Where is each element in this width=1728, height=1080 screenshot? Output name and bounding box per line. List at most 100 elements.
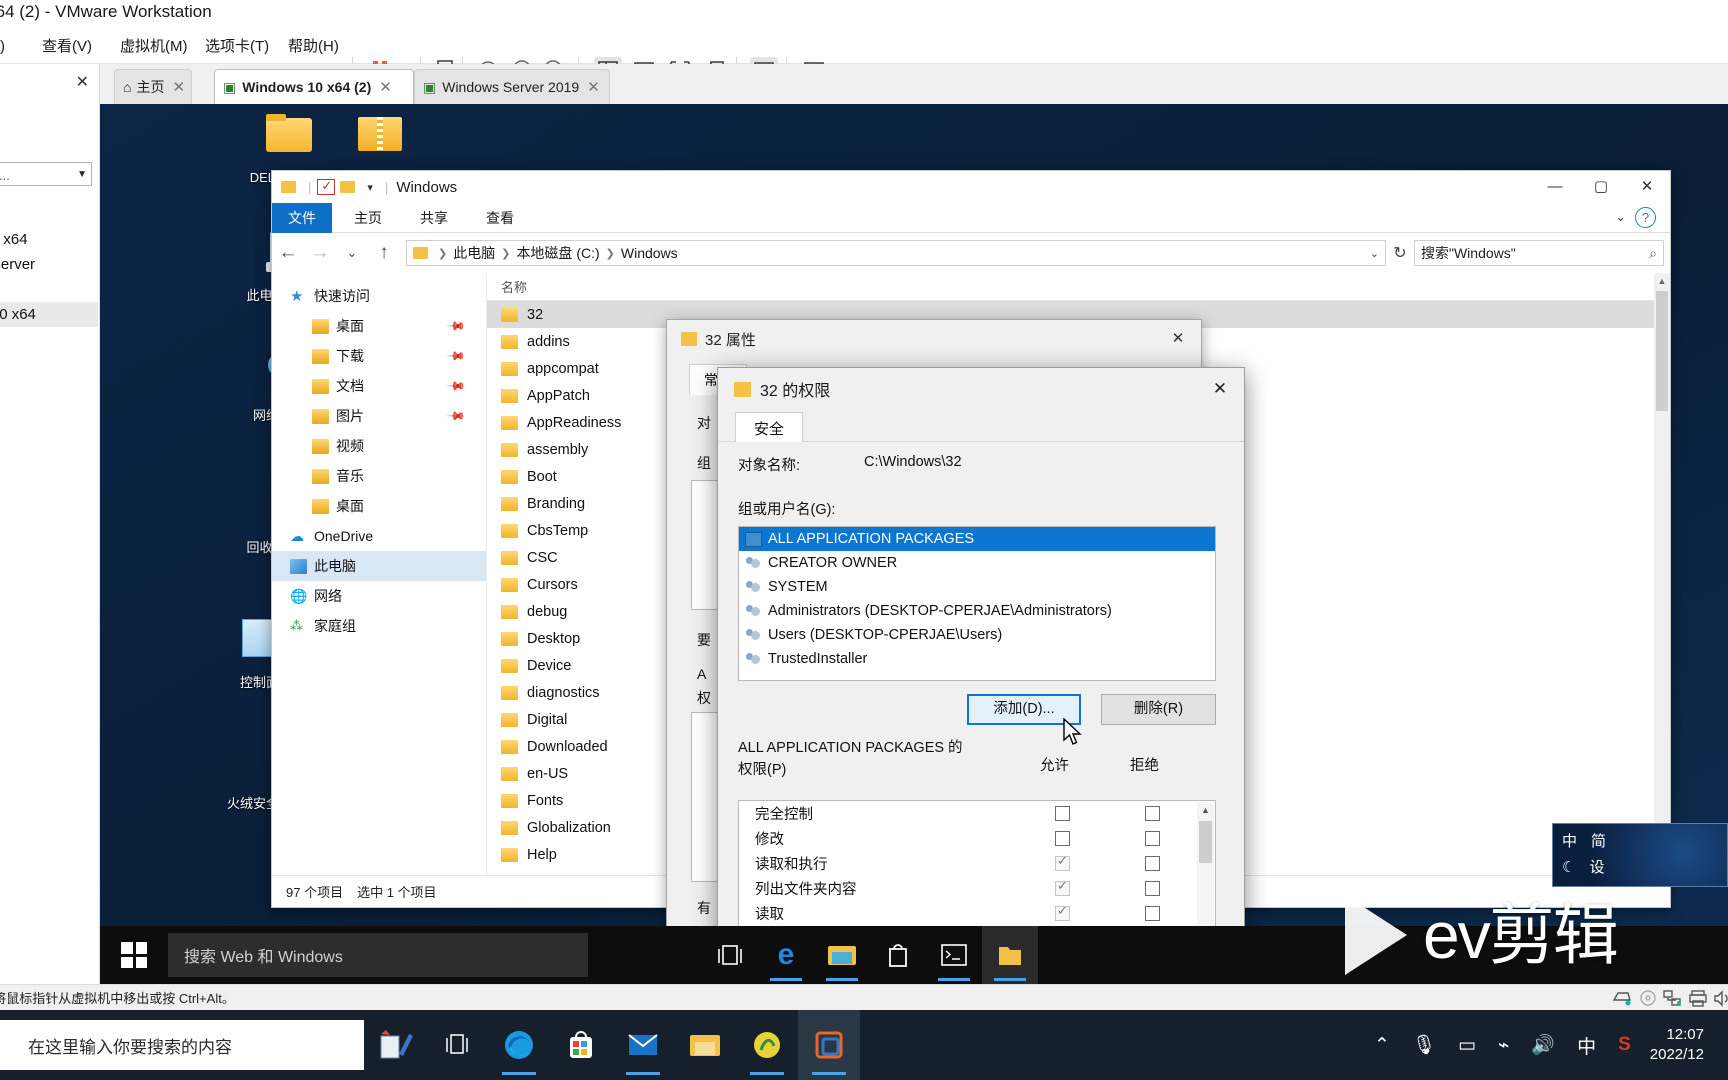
edge-icon[interactable] <box>488 1010 550 1080</box>
sidebar-item-this-pc[interactable]: 此电脑 <box>272 551 486 581</box>
close-icon[interactable]: ✕ <box>1196 368 1244 410</box>
back-arrow-icon[interactable]: ← <box>272 242 304 264</box>
deny-checkbox[interactable] <box>1145 831 1160 846</box>
mail-icon[interactable] <box>612 1010 674 1080</box>
column-header-name[interactable]: 名称 <box>487 273 1670 301</box>
task-view-icon[interactable] <box>426 1010 488 1080</box>
chevron-up-icon[interactable]: ⌃ <box>1374 1034 1390 1057</box>
list-item[interactable]: CREATOR OWNER <box>739 551 1215 575</box>
terminal-icon[interactable] <box>926 926 982 984</box>
ime-cn-icon[interactable]: 中 <box>1577 1032 1596 1059</box>
scrollbar-thumb[interactable] <box>1199 821 1212 863</box>
sogou-icon[interactable]: S <box>1618 1034 1631 1056</box>
tab-home[interactable]: 主页 <box>338 203 398 233</box>
ime-status-panel[interactable]: 中简 ☾ 设 <box>1552 823 1728 887</box>
list-item[interactable]: ALL APPLICATION PACKAGES <box>739 527 1215 551</box>
library-item-winserver[interactable]: indows Server <box>0 252 98 277</box>
remove-button[interactable]: 删除(R) <box>1101 694 1216 725</box>
library-item-win7[interactable]: indows 7 x64 <box>0 227 98 252</box>
search-input[interactable]: 搜索"Windows" ⌕ <box>1414 240 1664 266</box>
tab-winserver2019-close-icon[interactable]: ✕ <box>587 78 600 96</box>
tab-share[interactable]: 共享 <box>404 203 464 233</box>
refresh-icon[interactable]: ↻ <box>1386 243 1414 263</box>
deny-checkbox[interactable] <box>1145 856 1160 871</box>
list-item[interactable]: SYSTEM <box>739 575 1215 599</box>
ime-simplified[interactable]: 简 <box>1591 833 1606 850</box>
scroll-up-icon[interactable]: ▲ <box>1197 802 1214 819</box>
wifi-icon[interactable]: ⌁ <box>1498 1034 1509 1057</box>
folder-icon[interactable] <box>982 926 1038 984</box>
file-explorer-icon[interactable] <box>674 1010 736 1080</box>
tab-home[interactable]: ⌂ 主页 ✕ <box>114 69 192 104</box>
sidebar-item-onedrive[interactable]: ☁ OneDrive <box>272 521 486 551</box>
menu-vm[interactable]: 虚拟机(M) <box>120 35 188 56</box>
breadcrumb-local-disk[interactable]: 本地磁盘 (C:) <box>516 243 599 263</box>
menu-help[interactable]: 帮助(H) <box>288 35 339 56</box>
tab-winserver2019[interactable]: ▣ Windows Server 2019 ✕ <box>414 69 610 104</box>
sidebar-item-desktop[interactable]: 桌面 📌 <box>272 311 486 341</box>
library-item-win10[interactable]: indows 10 x64 <box>0 302 98 327</box>
moon-icon[interactable]: ☾ <box>1562 859 1575 876</box>
sidebar-item-desktop-2[interactable]: 桌面 <box>272 491 486 521</box>
sidebar-item-videos[interactable]: 视频 <box>272 431 486 461</box>
library-close-icon[interactable]: ✕ <box>76 72 89 92</box>
library-item-computer[interactable]: 计算机 <box>0 202 98 227</box>
minimize-icon[interactable]: — <box>1532 171 1578 203</box>
close-icon[interactable]: ✕ <box>1624 171 1670 203</box>
ime-settings[interactable]: 设 <box>1589 859 1604 876</box>
sidebar-item-downloads[interactable]: 下载 📌 <box>272 341 486 371</box>
pin-icon[interactable]: 📌 <box>446 406 466 426</box>
store-icon[interactable] <box>870 926 926 984</box>
library-item-other[interactable]: 他 <box>0 277 98 302</box>
menu-edit[interactable]: 辑(E) <box>0 35 5 56</box>
sidebar-item-network[interactable]: 🌐 网络 <box>272 581 486 611</box>
deny-checkbox[interactable] <box>1145 881 1160 896</box>
pin-icon[interactable]: 📌 <box>446 346 466 366</box>
tab-file[interactable]: 文件 <box>272 203 332 233</box>
network-icon[interactable] <box>1662 989 1682 1007</box>
vmware-icon[interactable] <box>798 1010 860 1080</box>
hdd-icon[interactable] <box>1612 989 1632 1007</box>
tab-security[interactable]: 安全 <box>735 412 804 445</box>
scroll-up-icon[interactable]: ▲ <box>1654 273 1670 289</box>
cd-icon[interactable] <box>1638 989 1658 1007</box>
guest-search-input[interactable]: 搜索 Web 和 Windows <box>168 933 588 977</box>
allow-checkbox[interactable] <box>1055 806 1070 821</box>
sidebar-item-homegroup[interactable]: ⁂ 家庭组 <box>272 611 486 641</box>
tab-windows10[interactable]: ▣ Windows 10 x64 (2) ✕ <box>214 69 414 104</box>
list-item[interactable]: Users (DESKTOP-CPERJAE\Users) <box>739 623 1215 647</box>
pin-icon[interactable]: 📌 <box>446 316 466 336</box>
tab-windows10-close-icon[interactable]: ✕ <box>379 78 392 96</box>
recent-caret-icon[interactable]: ⌄ <box>336 245 368 261</box>
breadcrumb[interactable]: ❯ 此电脑 ❯ 本地磁盘 (C:) ❯ Windows ⌄ <box>406 240 1386 266</box>
scrollbar-thumb[interactable] <box>1656 291 1668 411</box>
clock[interactable]: 12:07 2022/12 <box>1650 1025 1704 1065</box>
maximize-icon[interactable]: ▢ <box>1578 171 1624 203</box>
printer-icon[interactable] <box>1688 989 1708 1007</box>
forward-arrow-icon[interactable]: → <box>304 242 336 264</box>
ev-capture-icon[interactable] <box>364 1010 426 1080</box>
close-icon[interactable]: ✕ <box>1155 320 1201 358</box>
sidebar-item-documents[interactable]: 文档 📌 <box>272 371 486 401</box>
deny-checkbox[interactable] <box>1145 906 1160 921</box>
edge-icon[interactable]: e <box>758 926 814 984</box>
breadcrumb-this-pc[interactable]: 此电脑 <box>453 243 495 263</box>
library-search-input[interactable]: 键入内容... ▼ <box>0 162 92 186</box>
menu-tabs[interactable]: 选项卡(T) <box>205 35 269 56</box>
list-item[interactable]: Administrators (DESKTOP-CPERJAE\Administ… <box>739 599 1215 623</box>
ime-lang-cn[interactable]: 中 <box>1562 833 1577 850</box>
help-icon[interactable]: ? <box>1635 207 1656 228</box>
permissions-scrollbar[interactable]: ▲ ▼ <box>1197 802 1214 943</box>
allow-checkbox[interactable] <box>1055 831 1070 846</box>
table-row[interactable]: 完全控制 <box>739 801 1215 826</box>
permissions-table[interactable]: 完全控制 修改 读取和执行 列出文件夹内容 <box>738 800 1216 945</box>
battery-icon[interactable]: ▭ <box>1458 1034 1476 1057</box>
host-search-input[interactable]: 在这里输入你要搜索的内容 <box>0 1020 364 1070</box>
sidebar-item-quick-access[interactable]: ★ 快速访问 <box>272 281 486 311</box>
chevron-down-icon[interactable]: ⌄ <box>1370 247 1379 260</box>
sidebar-item-pictures[interactable]: 图片 📌 <box>272 401 486 431</box>
scratch-icon[interactable] <box>736 1010 798 1080</box>
table-row[interactable]: 列出文件夹内容 <box>739 876 1215 901</box>
task-view-icon[interactable] <box>702 926 758 984</box>
menu-view[interactable]: 查看(V) <box>42 35 92 56</box>
